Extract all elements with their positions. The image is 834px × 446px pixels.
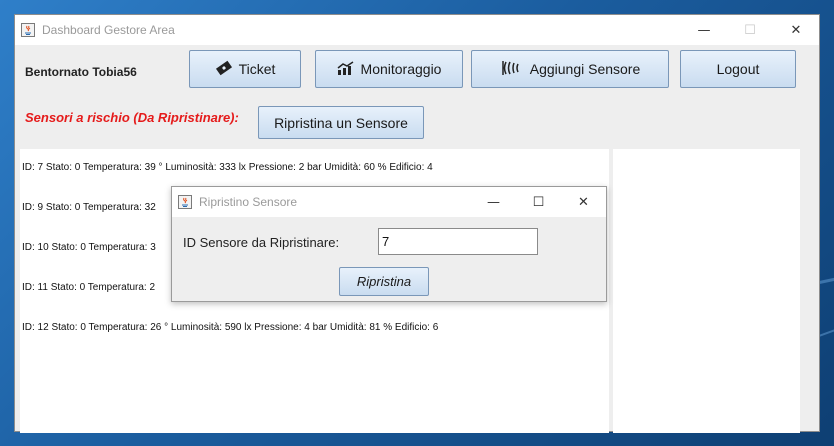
maximize-button[interactable]: ☐ — [727, 15, 773, 45]
sensor-waves-icon — [500, 59, 524, 80]
logout-label: Logout — [716, 61, 760, 77]
sensor-id-input[interactable] — [378, 228, 538, 255]
dialog-minimize-button[interactable]: — — [471, 187, 516, 217]
monitoraggio-button[interactable]: Monitoraggio — [315, 50, 463, 88]
ripristina-sensore-button[interactable]: Ripristina un Sensore — [258, 106, 424, 139]
list-item[interactable]: ID: 11 Stato: 0 Temperatura: 2 — [22, 282, 155, 293]
ripristino-dialog: Ripristino Sensore — ☐ ✕ ID Sensore da R… — [171, 186, 607, 302]
welcome-label: Bentornato Tobia56 — [25, 65, 137, 79]
list-item[interactable]: ID: 9 Stato: 0 Temperatura: 32 — [22, 202, 156, 213]
window-controls: — ☐ ✕ — [681, 15, 819, 45]
list-item[interactable]: ID: 7 Stato: 0 Temperatura: 39 ° Luminos… — [22, 162, 433, 173]
main-titlebar[interactable]: Dashboard Gestore Area — ☐ ✕ — [15, 15, 819, 45]
monitoraggio-label: Monitoraggio — [360, 61, 442, 77]
java-app-icon — [177, 194, 193, 210]
dialog-titlebar[interactable]: Ripristino Sensore — ☐ ✕ — [172, 187, 606, 217]
dialog-title: Ripristino Sensore — [199, 195, 298, 209]
window-title: Dashboard Gestore Area — [42, 23, 175, 37]
side-panel — [613, 149, 800, 433]
logout-button[interactable]: Logout — [680, 50, 796, 88]
ticket-button[interactable]: Ticket — [189, 50, 301, 88]
list-item[interactable]: ID: 10 Stato: 0 Temperatura: 3 — [22, 242, 156, 253]
dialog-close-button[interactable]: ✕ — [561, 187, 606, 217]
minimize-button[interactable]: — — [681, 15, 727, 45]
java-app-icon — [20, 22, 36, 38]
close-button[interactable]: ✕ — [773, 15, 819, 45]
aggiungi-label: Aggiungi Sensore — [529, 61, 641, 77]
chart-trend-icon — [337, 60, 355, 78]
aggiungi-sensore-button[interactable]: Aggiungi Sensore — [471, 50, 669, 88]
ticket-label: Ticket — [238, 61, 276, 77]
ripristina-button[interactable]: Ripristina — [339, 267, 429, 296]
sensor-id-label: ID Sensore da Ripristinare: — [183, 235, 340, 250]
dialog-maximize-button[interactable]: ☐ — [516, 187, 561, 217]
dialog-controls: — ☐ ✕ — [471, 187, 606, 217]
ticket-icon — [215, 60, 233, 79]
ripristina-sensore-label: Ripristina un Sensore — [274, 114, 408, 131]
ripristina-label: Ripristina — [356, 274, 412, 289]
risk-sensors-label: Sensori a rischio (Da Ripristinare): — [25, 110, 239, 125]
list-item[interactable]: ID: 12 Stato: 0 Temperatura: 26 ° Lumino… — [22, 322, 438, 333]
